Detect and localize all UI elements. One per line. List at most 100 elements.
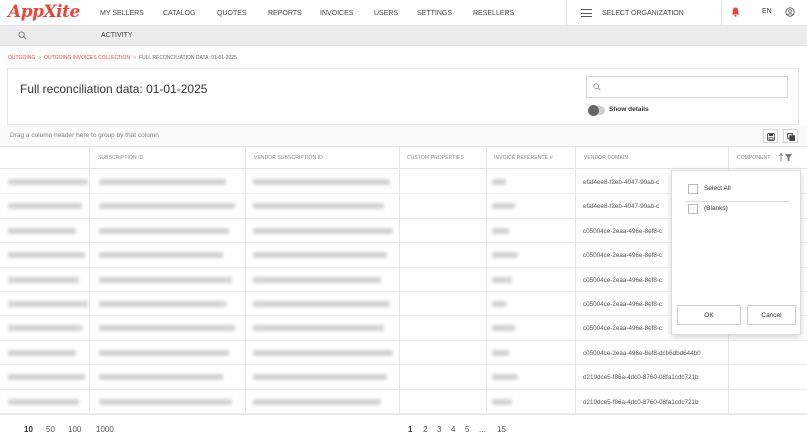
redacted-cell [253, 374, 387, 381]
page-size-option[interactable]: 100 [68, 425, 81, 434]
vendor-domain-cell: c05004ce-2eaa-496e-8ef8-c [583, 252, 663, 260]
app-logo[interactable]: AppXite [8, 2, 80, 22]
copy-button[interactable] [783, 129, 798, 143]
redacted-cell [253, 252, 387, 259]
vendor-domain-cell: c05004ce-2eaa-496e-8ef8-dcb6dbd644b0 [583, 349, 701, 357]
toggle-knob [588, 105, 599, 116]
redacted-cell [8, 398, 79, 405]
select-all-checkbox[interactable] [688, 184, 698, 194]
search-icon[interactable] [18, 31, 27, 40]
nav-item-resellers[interactable]: RESELLERS [473, 10, 514, 17]
redacted-cell [253, 179, 390, 185]
column-header-custom-properties[interactable]: CUSTOM PROPERTIES [407, 155, 464, 161]
redacted-cell [8, 252, 85, 259]
redacted-cell [253, 325, 384, 332]
nav-item-reports[interactable]: REPORTS [268, 10, 302, 17]
group-panel-hint: Drag a column header here to group by th… [10, 132, 159, 139]
show-details-toggle[interactable] [588, 105, 605, 116]
redacted-cell [8, 227, 76, 234]
redacted-cell [8, 203, 82, 210]
nav-item-invoices[interactable]: INVOICES [320, 10, 353, 17]
column-filter-popup: Select All (Blanks) OK Cancel [671, 170, 801, 335]
column-header-component[interactable]: COMPONENT [737, 155, 770, 161]
column-header-vendor-domain[interactable]: VENDOR DOMAIN [584, 155, 628, 161]
page-number[interactable]: 1 [408, 425, 412, 434]
activity-tab[interactable]: ACTIVITY [101, 32, 133, 39]
nav-item-catalog[interactable]: CATALOG [163, 10, 195, 17]
breadcrumb-outgoing[interactable]: OUTGOING [8, 55, 35, 61]
page-number[interactable]: 15 [497, 425, 506, 434]
ok-button[interactable]: OK [677, 305, 741, 325]
redacted-cell [99, 276, 232, 283]
vendor-domain-cell: c05004ce-2eaa-496e-8ef8-c [583, 301, 663, 308]
sort-filter-icon[interactable] [779, 153, 793, 162]
breadcrumb-separator: > [133, 55, 136, 61]
group-panel[interactable]: Drag a column header here to group by th… [0, 125, 807, 147]
vendor-domain-cell: d219dce5-f86a-4dc0-8760-08fa1cdc721b [583, 374, 699, 382]
select-all-label[interactable]: Select All [704, 185, 731, 192]
redacted-cell [253, 398, 381, 405]
redacted-cell [492, 374, 518, 381]
grid-search-input[interactable] [607, 81, 777, 93]
column-header-vendor-subscription-id[interactable]: VENDOR SUBSCRIPTION ID [254, 155, 323, 161]
bell-icon[interactable] [731, 7, 740, 17]
redacted-cell [8, 276, 79, 283]
redacted-cell [253, 349, 393, 356]
breadcrumb-separator: > [38, 55, 42, 61]
redacted-cell [253, 276, 381, 283]
column-header-invoice-reference[interactable]: INVOICE REFERENCE # [494, 155, 553, 161]
organization-selector-label: SELECT ORGANIZATION [602, 9, 684, 17]
language-selector[interactable]: EN [762, 8, 772, 15]
table-row[interactable]: d219dce5-f86a-4dc0-8760-08fa1cdc721b [0, 365, 807, 390]
copy-icon [787, 133, 795, 141]
nav-item-my-sellers[interactable]: MY SELLERS [100, 10, 144, 17]
page-size-option[interactable]: 1000 [96, 425, 114, 434]
save-icon [767, 133, 775, 141]
breadcrumb-current: FULL RECONCILIATION DATA: 01-01-2025 [138, 55, 237, 61]
redacted-cell [99, 374, 223, 381]
column-header-subscription-id[interactable]: SUBSCRIPTION ID [98, 155, 143, 161]
nav-item-settings[interactable]: SETTINGS [417, 10, 452, 17]
search-icon [593, 83, 601, 91]
cancel-button[interactable]: Cancel [747, 305, 796, 325]
nav-item-users[interactable]: USERS [374, 10, 398, 17]
top-nav: AppXite MY SELLERS CATALOG QUOTES REPORT… [0, 0, 807, 26]
redacted-cell [492, 227, 509, 234]
redacted-cell [8, 349, 76, 356]
redacted-cell [99, 252, 223, 259]
grid-header-row: SUBSCRIPTION ID VENDOR SUBSCRIPTION ID C… [0, 147, 807, 169]
page-size-option[interactable]: 10 [24, 425, 33, 434]
redacted-cell [99, 349, 229, 356]
breadcrumb-outgoing-invoices-collection[interactable]: OUTGOING INVOICES COLLECTION [44, 55, 130, 61]
redacted-cell [8, 325, 82, 332]
vendor-domain-cell: efaf4ee8-f2eb-4047-90ab-c [583, 203, 660, 211]
vendor-domain-cell: c05004ce-2eaa-496e-8ef8-c [583, 325, 663, 333]
secondary-nav: ACTIVITY [0, 26, 807, 46]
page-number[interactable]: 4 [451, 425, 455, 434]
vendor-domain-cell: c05004ce-2eaa-496e-8ef8-c [583, 276, 663, 284]
organization-selector[interactable]: SELECT ORGANIZATION [566, 0, 722, 26]
table-row[interactable]: c05004ce-2eaa-496e-8ef8-dcb6dbd644b0 [0, 341, 807, 366]
table-row[interactable]: d219dce5-f86a-4dc0-8760-08fa1cdc721b [0, 390, 807, 414]
redacted-cell [492, 276, 512, 283]
blanks-label[interactable]: (Blanks) [704, 205, 728, 212]
redacted-cell [492, 349, 509, 356]
user-icon[interactable] [785, 7, 795, 17]
redacted-cell [492, 398, 512, 405]
redacted-cell [99, 179, 226, 185]
page-title: Full reconciliation data: 01-01-2025 [20, 82, 208, 96]
grid-search-box[interactable] [586, 76, 788, 98]
redacted-cell [253, 203, 384, 210]
redacted-cell [253, 227, 393, 234]
redacted-cell [253, 301, 390, 307]
menu-icon [581, 9, 592, 17]
save-layout-button[interactable] [763, 129, 778, 143]
blanks-checkbox[interactable] [688, 204, 698, 214]
page-number[interactable]: 3 [437, 425, 441, 434]
page-number[interactable]: 5 [465, 425, 469, 434]
page-number[interactable]: 2 [423, 425, 427, 434]
page-size-option[interactable]: 50 [46, 425, 55, 434]
redacted-cell [99, 227, 229, 234]
vendor-domain-cell: c05004ce-2eaa-496e-8ef8-c [583, 227, 663, 235]
nav-item-quotes[interactable]: QUOTES [217, 10, 247, 17]
